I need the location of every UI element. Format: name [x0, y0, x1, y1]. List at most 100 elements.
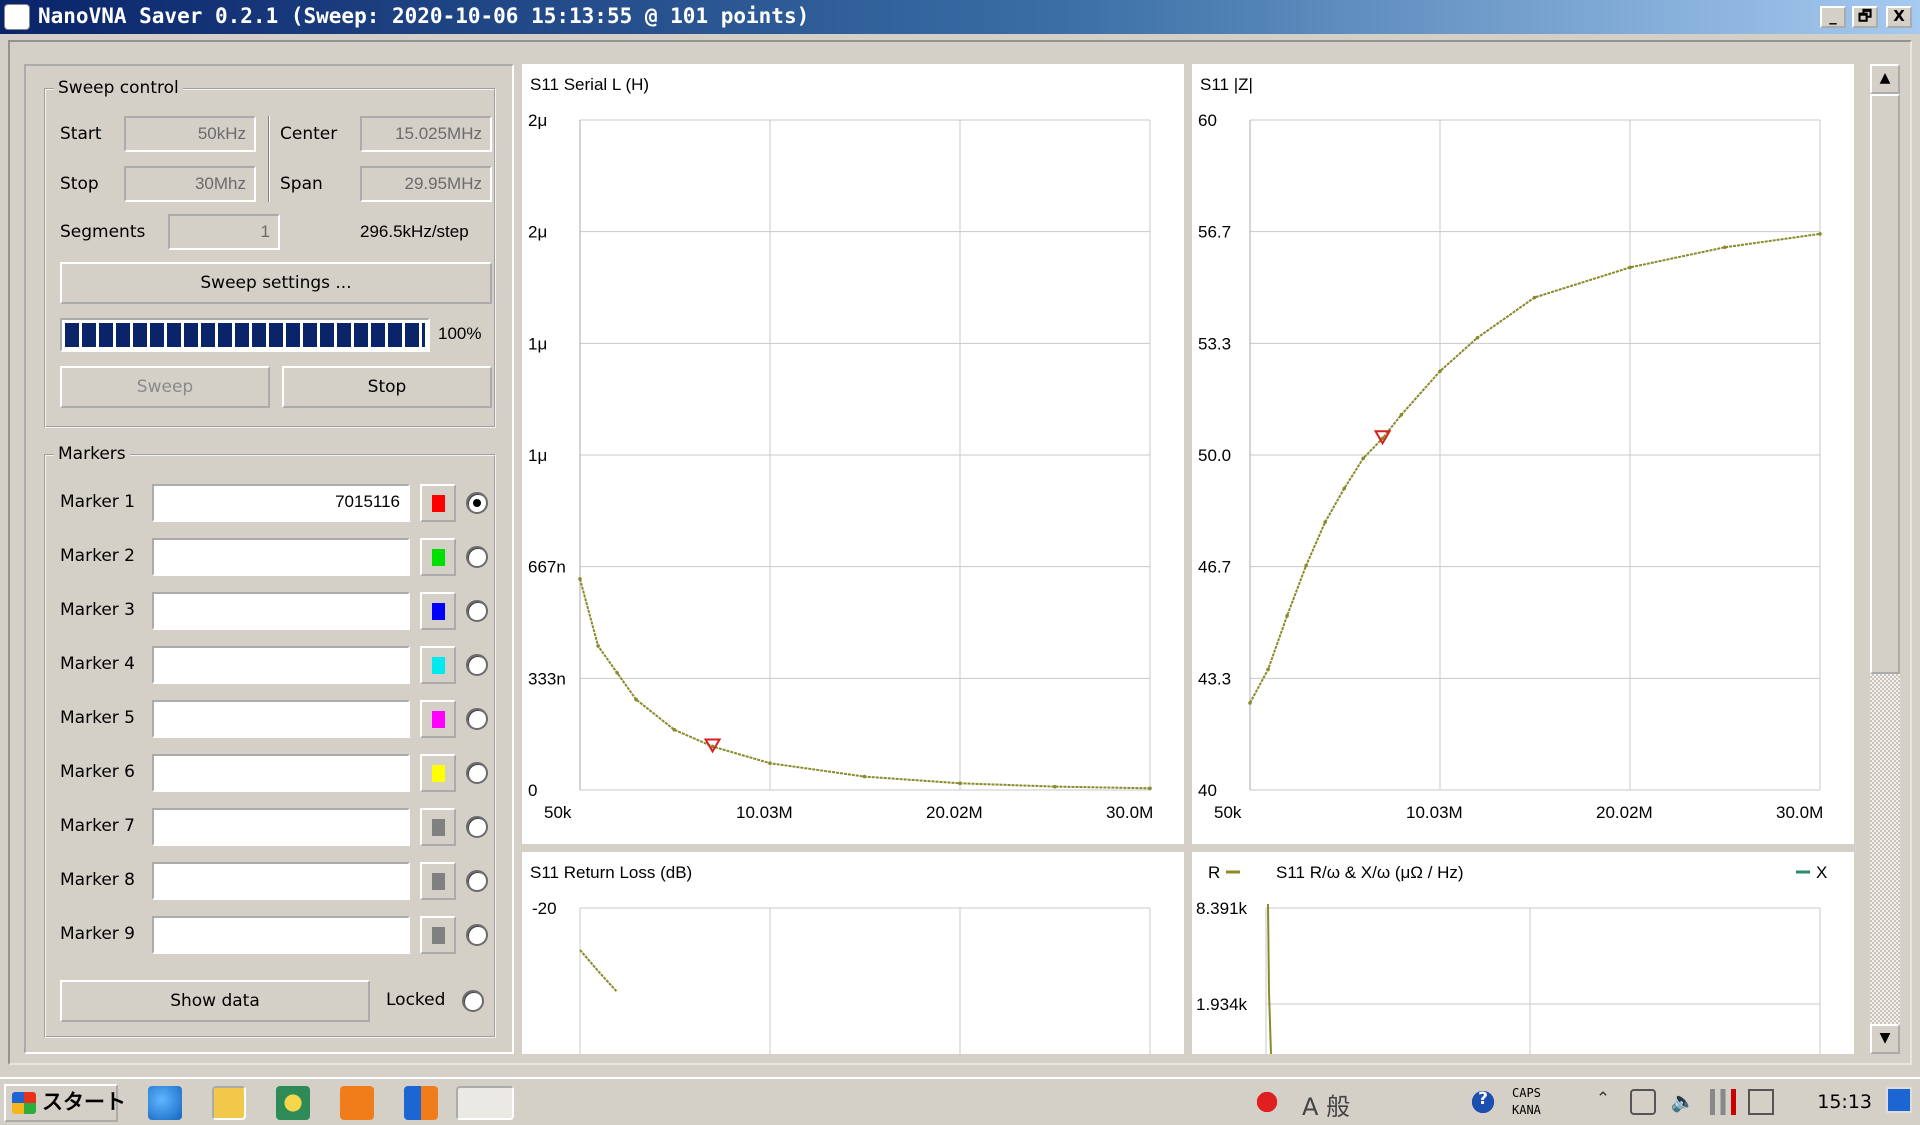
marker-color-button[interactable]: [420, 754, 456, 792]
progress-fill: [65, 323, 425, 347]
charts-panel: S11 Serial L (H) 2μ 2μ 1μ 1μ 667n 333n 0 50k 10.0…: [522, 64, 1862, 1054]
show-desktop-icon[interactable]: [1886, 1087, 1912, 1113]
nanovna-taskbar-button[interactable]: [456, 1086, 514, 1120]
center-label: Center: [280, 124, 338, 144]
divider: [268, 116, 270, 202]
show-hidden-icons-chevron-icon[interactable]: ⌃: [1590, 1089, 1616, 1115]
legend-x-label: X: [1816, 863, 1827, 882]
marker-color-button[interactable]: [420, 862, 456, 900]
marker-frequency-input[interactable]: [152, 862, 410, 900]
stop-button[interactable]: Stop: [282, 366, 492, 408]
marker-select-radio[interactable]: [466, 546, 488, 568]
marker-select-radio[interactable]: [466, 708, 488, 730]
x-tick-label: 50k: [1214, 803, 1242, 822]
network-status-icon[interactable]: [1710, 1089, 1736, 1115]
marker-color-button[interactable]: [420, 646, 456, 684]
x-tick-label: 20.02M: [1596, 803, 1653, 822]
marker-select-radio[interactable]: [466, 816, 488, 838]
stop-label: Stop: [60, 174, 99, 194]
action-center-icon[interactable]: [1748, 1089, 1774, 1115]
scroll-up-arrow[interactable]: ▲: [1870, 64, 1900, 94]
media-player-icon[interactable]: [340, 1086, 374, 1120]
vertical-scrollbar[interactable]: ▲ ▼: [1870, 64, 1900, 1054]
data-point: [768, 761, 772, 765]
marker-frequency-input[interactable]: [152, 754, 410, 792]
scroll-thumb[interactable]: [1870, 94, 1900, 674]
show-data-button[interactable]: Show data: [60, 980, 370, 1022]
return-loss-chart[interactable]: S11 Return Loss (dB) -20: [522, 852, 1184, 1054]
file-explorer-icon[interactable]: [212, 1086, 246, 1120]
marker-color-button[interactable]: [420, 538, 456, 576]
data-point: [862, 774, 867, 779]
y-tick-label: 50.0: [1198, 446, 1231, 465]
app-icon[interactable]: [4, 4, 30, 30]
y-tick-label: 60: [1198, 111, 1217, 130]
marker-color-button[interactable]: [420, 592, 456, 630]
marker-color-swatch: [432, 603, 445, 620]
kana-text: KANA: [1512, 1103, 1541, 1117]
x-tick-label: 10.03M: [1406, 803, 1463, 822]
marker-select-radio[interactable]: [466, 600, 488, 622]
data-point: [1438, 369, 1442, 374]
help-icon[interactable]: ?: [1470, 1089, 1496, 1115]
marker-color-button[interactable]: [420, 916, 456, 954]
volume-icon[interactable]: 🔈: [1670, 1089, 1696, 1115]
restore-button[interactable]: 🗗: [1852, 6, 1878, 28]
ime-mode-indicator[interactable]: A 般: [1302, 1087, 1350, 1122]
taskbar: スタート A 般 ? CAPS KANA ⌃ 🔈 15:13: [0, 1077, 1920, 1125]
data-point: [1818, 232, 1822, 236]
marker-select-radio[interactable]: [466, 492, 488, 514]
marker-color-button[interactable]: [420, 484, 456, 522]
close-button[interactable]: X: [1886, 6, 1912, 28]
marker-frequency-input[interactable]: [152, 592, 410, 630]
data-point: [578, 577, 582, 581]
y-tick-label: 0: [528, 781, 537, 800]
serial-l-chart[interactable]: S11 Serial L (H) 2μ 2μ 1μ 1μ 667n 333n 0 50k 10.0…: [522, 64, 1184, 844]
start-label: スタート: [42, 1090, 126, 1114]
marker-label: Marker 7: [60, 816, 135, 836]
data-point: [1342, 486, 1347, 491]
segments-field[interactable]: 1: [168, 214, 280, 250]
y-tick-label: -20: [532, 899, 557, 918]
r-x-chart[interactable]: R S11 R/ω & X/ω (μΩ / Hz) X 8.391k 1.934k: [1192, 852, 1854, 1054]
marker-select-radio[interactable]: [466, 654, 488, 676]
safely-remove-hardware-icon[interactable]: [1630, 1089, 1656, 1115]
y-tick-label: 2μ: [528, 111, 547, 130]
marker-color-button[interactable]: [420, 700, 456, 738]
data-point: [1628, 265, 1632, 270]
marker-frequency-input[interactable]: 7015116: [152, 484, 410, 522]
marker-frequency-input[interactable]: [152, 808, 410, 846]
marker-frequency-input[interactable]: [152, 646, 410, 684]
app-icon-flower[interactable]: [276, 1086, 310, 1120]
data-point: [615, 670, 619, 675]
marker-label: Marker 3: [60, 600, 135, 620]
marker-select-radio[interactable]: [466, 762, 488, 784]
client-area: Sweep control Start 50kHz Stop 30Mhz Cen…: [8, 40, 1912, 1065]
start-field[interactable]: 50kHz: [124, 116, 256, 152]
sweep-settings-button[interactable]: Sweep settings ...: [60, 262, 492, 304]
notification-icon[interactable]: [1254, 1089, 1280, 1115]
span-field[interactable]: 29.95MHz: [360, 166, 492, 202]
marker-color-button[interactable]: [420, 808, 456, 846]
data-point: [634, 697, 638, 702]
scroll-track[interactable]: [1870, 674, 1900, 1024]
marker-select-radio[interactable]: [466, 924, 488, 946]
scroll-down-arrow[interactable]: ▼: [1870, 1024, 1900, 1054]
y-tick-label: 667n: [528, 558, 566, 577]
marker-frequency-input[interactable]: [152, 916, 410, 954]
marker-color-swatch: [432, 657, 445, 674]
internet-explorer-icon[interactable]: [148, 1086, 182, 1120]
locked-radio[interactable]: [462, 990, 484, 1012]
sweep-button[interactable]: Sweep: [60, 366, 270, 408]
impedance-chart[interactable]: S11 |Z| 60 56.7 53.3 50.0 46.7 43.3 40 50k 10.03M…: [1192, 64, 1854, 844]
stop-field[interactable]: 30Mhz: [124, 166, 256, 202]
y-tick-label: 53.3: [1198, 334, 1231, 353]
center-field[interactable]: 15.025MHz: [360, 116, 492, 152]
marker-frequency-input[interactable]: [152, 538, 410, 576]
marker-frequency-input[interactable]: [152, 700, 410, 738]
marker-color-swatch: [432, 495, 445, 512]
marker-select-radio[interactable]: [466, 870, 488, 892]
app-icon-blocks[interactable]: [404, 1086, 438, 1120]
minimize-button[interactable]: _: [1820, 6, 1846, 28]
start-button[interactable]: スタート: [4, 1084, 126, 1122]
